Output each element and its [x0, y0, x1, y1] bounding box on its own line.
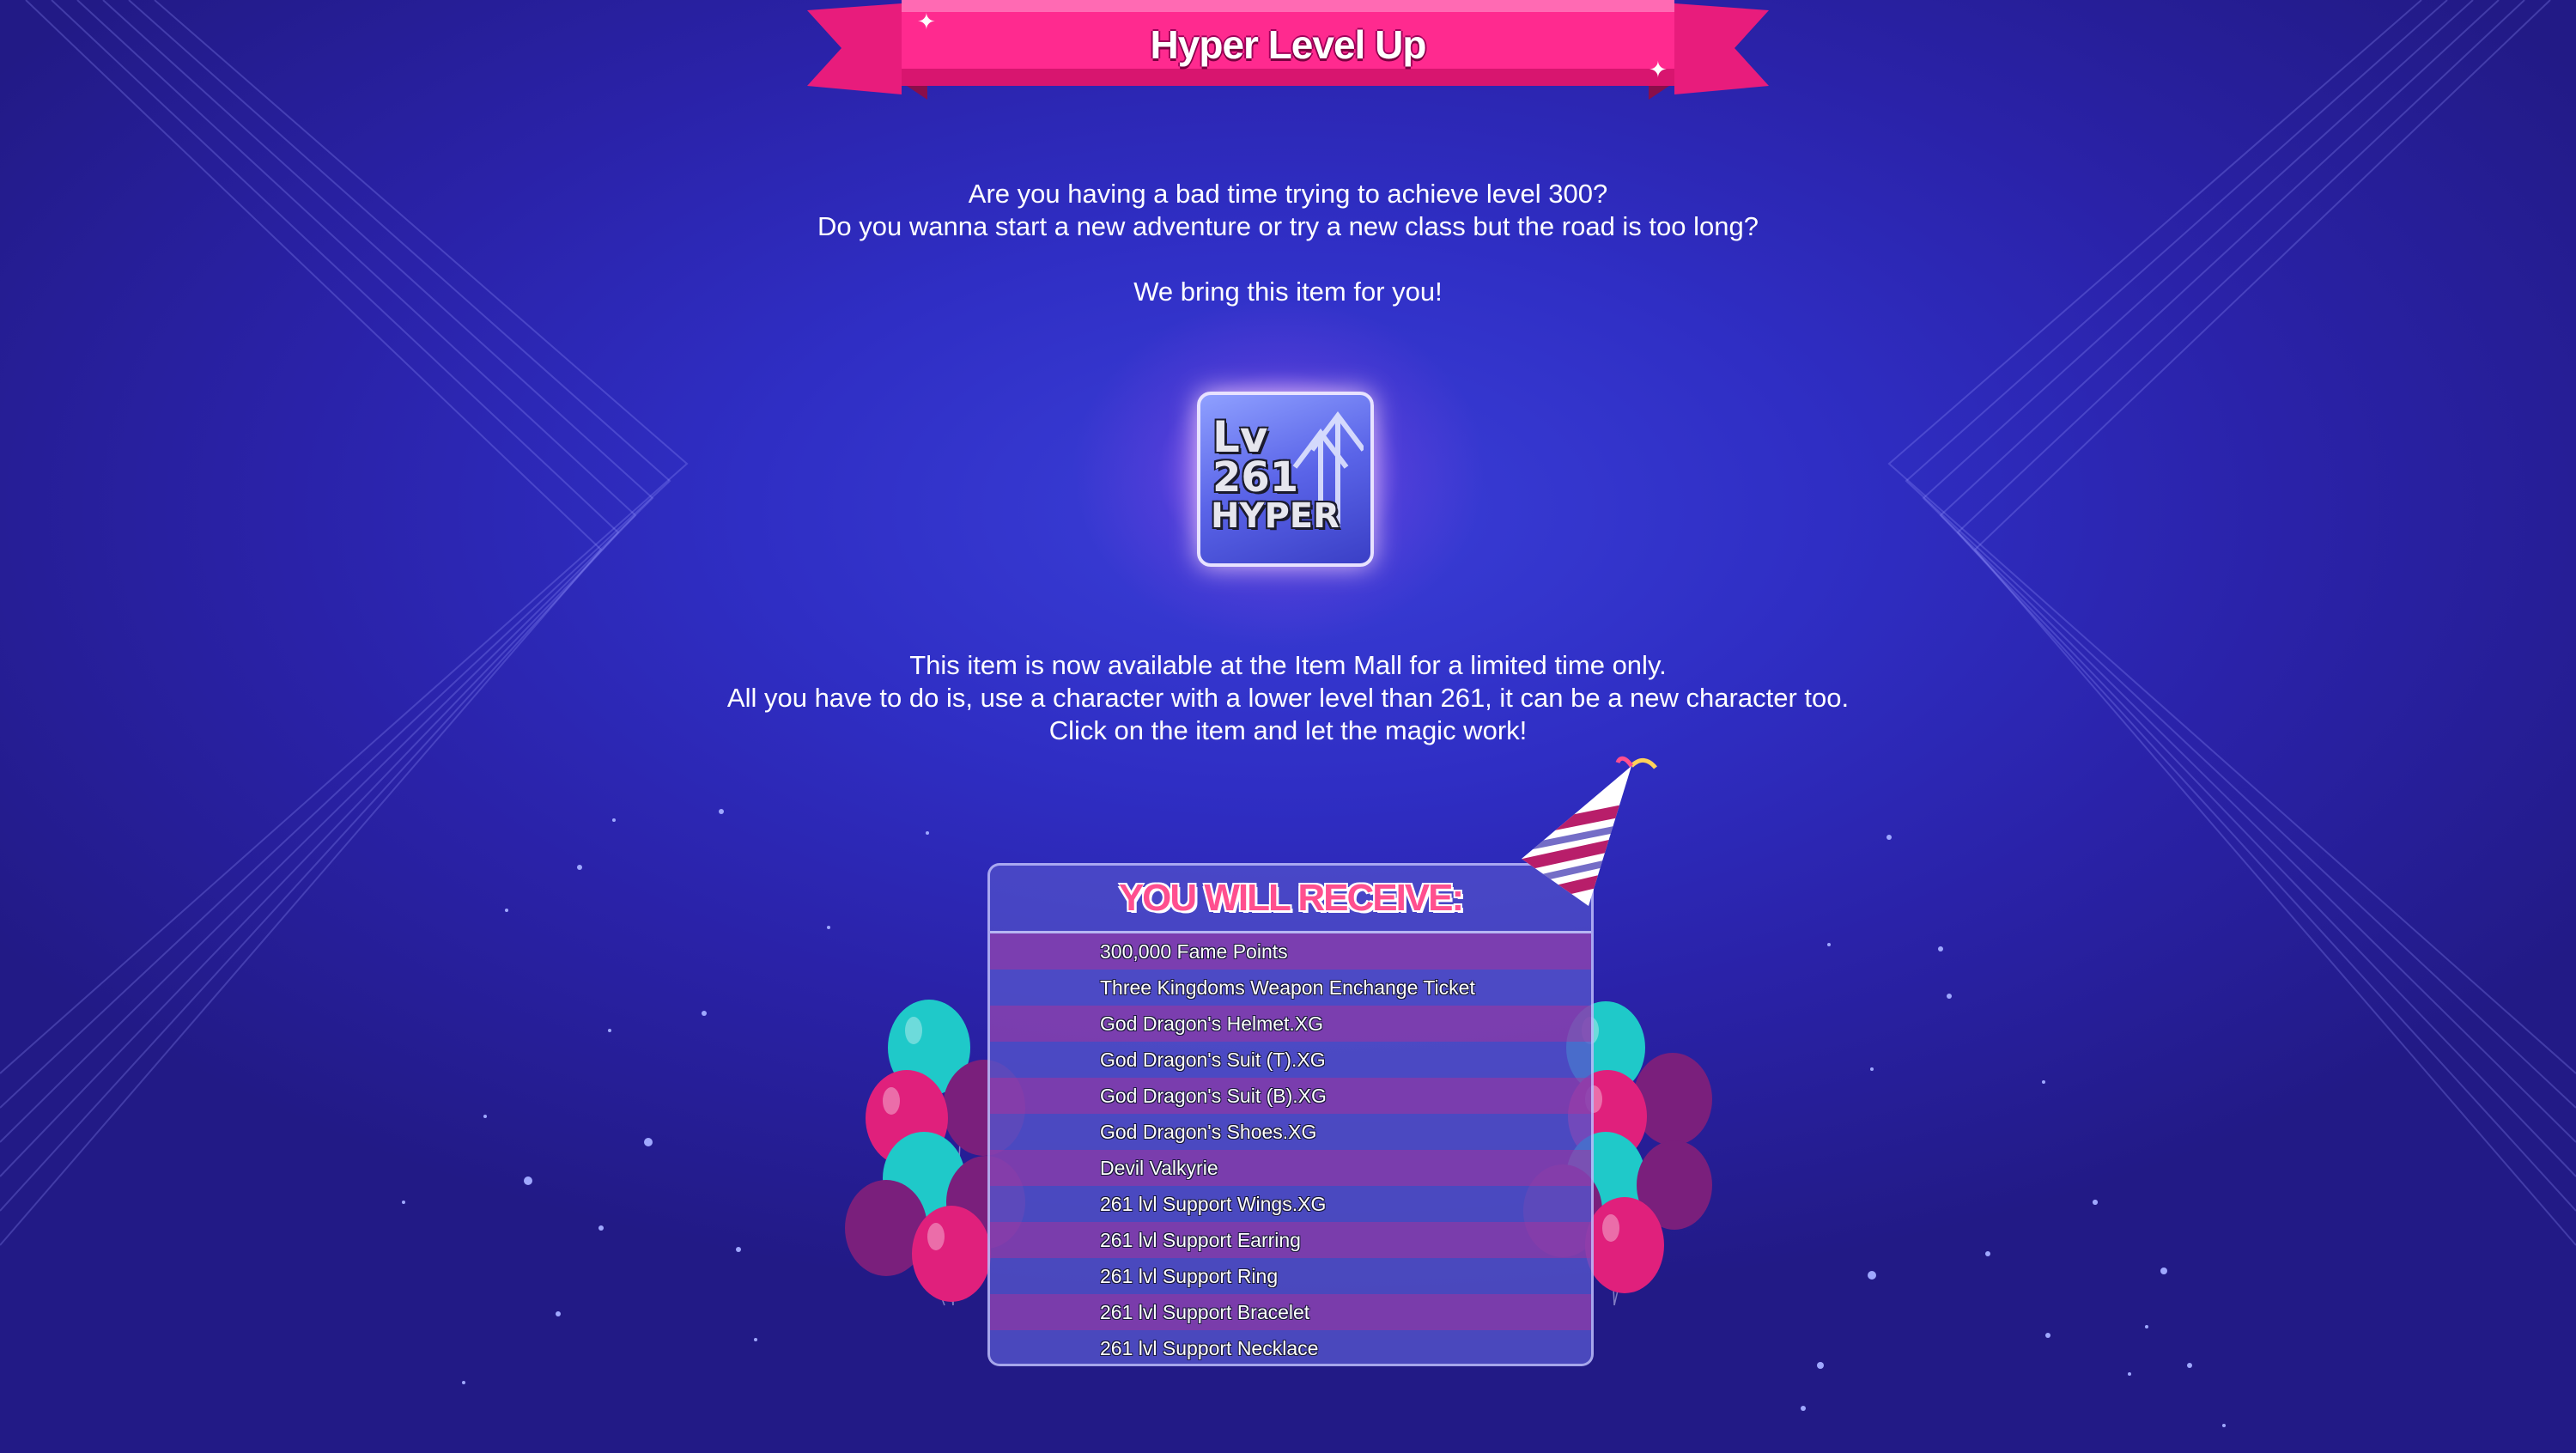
- intro-line-2: Do you wanna start a new adventure or tr…: [817, 211, 1759, 241]
- list-item: 261 lvl Support Ring: [990, 1258, 1591, 1294]
- item-label-level: 261: [1212, 453, 1299, 502]
- intro-text: Are you having a bad time trying to achi…: [601, 178, 1975, 308]
- availability-text: This item is now available at the Item M…: [601, 649, 1975, 747]
- intro-line-1: Are you having a bad time trying to achi…: [968, 179, 1608, 209]
- rewards-title: YOU WILL RECEIVE:: [990, 866, 1591, 933]
- list-item: Devil Valkyrie: [990, 1150, 1591, 1186]
- availability-line-1: This item is now available at the Item M…: [909, 650, 1667, 680]
- item-label-hyper: HYPER: [1211, 496, 1340, 536]
- list-item: 261 lvl Support Necklace: [990, 1330, 1591, 1364]
- list-item: 300,000 Fame Points: [990, 933, 1591, 970]
- list-item: God Dragon's Suit (T).XG: [990, 1042, 1591, 1078]
- availability-line-3: Click on the item and let the magic work…: [1048, 715, 1528, 745]
- list-item: 261 lvl Support Wings.XG: [990, 1186, 1591, 1222]
- list-item: 261 lvl Support Earring: [990, 1222, 1591, 1258]
- list-item: God Dragon's Suit (B).XG: [990, 1078, 1591, 1114]
- list-item: God Dragon's Shoes.XG: [990, 1114, 1591, 1150]
- list-item: Three Kingdoms Weapon Enchange Ticket: [990, 970, 1591, 1006]
- list-item: God Dragon's Helmet.XG: [990, 1006, 1591, 1042]
- rewards-list: 300,000 Fame Points Three Kingdoms Weapo…: [990, 933, 1591, 1364]
- page-title: Hyper Level Up: [1150, 22, 1427, 67]
- availability-line-2: All you have to do is, use a character w…: [726, 683, 1850, 713]
- hyper-level-up-item[interactable]: Lv 261 HYPER: [1197, 392, 1374, 567]
- rewards-panel: YOU WILL RECEIVE: 300,000 Fame Points Th…: [987, 863, 1594, 1366]
- party-hat-icon: [1522, 756, 1657, 906]
- list-item: 261 lvl Support Bracelet: [990, 1294, 1591, 1330]
